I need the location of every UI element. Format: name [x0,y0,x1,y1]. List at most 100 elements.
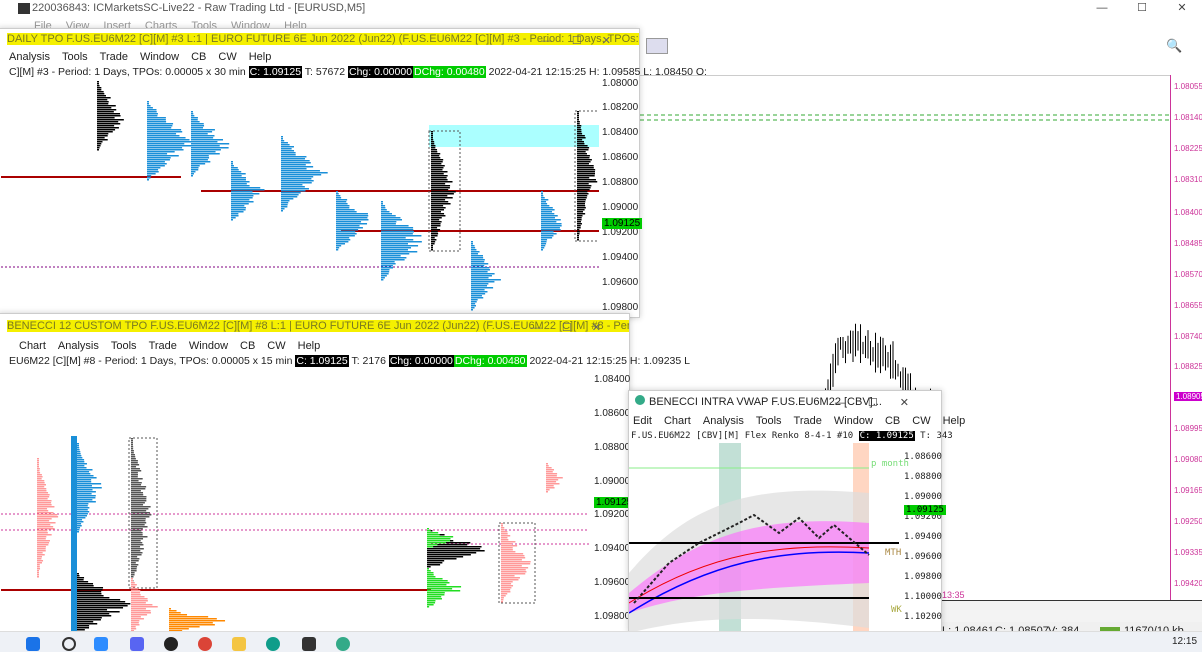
toolbar-chart-button[interactable] [646,38,668,54]
tpo-bar [471,295,482,297]
start-icon[interactable] [26,637,40,651]
tpo-bar [577,149,589,151]
menu-window[interactable]: Window [140,51,179,63]
menu-window[interactable]: Window [834,415,873,427]
menu-trade[interactable]: Trade [149,340,177,352]
mt4-icon[interactable] [302,637,316,651]
tpo-bar [77,613,110,615]
tpo-bar [281,144,290,146]
tpo-bar [541,201,547,203]
tpo-bar [501,583,512,585]
tpo-bar [501,559,522,561]
tpo-bar [191,155,209,157]
menu-window[interactable]: Window [189,340,228,352]
tpo-bar [501,589,511,591]
close-button[interactable]: ✕ [1162,0,1202,16]
tpo-bar [431,193,454,195]
axis-label: 1.09600 [904,552,942,562]
tpo-bar [541,193,543,195]
tpo-bar [97,149,99,151]
search-icon[interactable] [62,637,76,651]
window-controls[interactable]: —☐✕ [835,392,931,414]
app-icon[interactable] [164,637,178,651]
tpo-bar [37,548,46,550]
tpo-bar [427,542,446,544]
menu-analysis[interactable]: Analysis [9,51,50,63]
tpo-bar [131,494,144,496]
tpo-bar [577,225,581,227]
minimize-button[interactable]: — [1082,0,1122,16]
maximize-button[interactable]: ☐ [1122,0,1162,16]
tpo-bar [231,179,246,181]
tpo-bar [541,223,562,225]
tpo-bar [541,227,560,229]
discord-icon[interactable] [130,637,144,651]
tpo-bar [231,215,239,217]
tpo-bar [541,213,555,215]
tpo-chart[interactable] [1,368,589,634]
menu-cw[interactable]: CW [912,415,930,427]
tpo-bar [77,499,93,501]
tpo-bar [427,544,438,546]
axis-label: 1.09165 [1174,486,1202,496]
tpo-bar [131,570,137,572]
menu-tools[interactable]: Tools [62,51,88,63]
menu-trade[interactable]: Trade [100,51,128,63]
clock[interactable]: 12:15 [1172,636,1197,647]
menu-cw[interactable]: CW [267,340,285,352]
folder-icon[interactable] [232,637,246,651]
window-controls[interactable]: —☐✕ [541,31,631,51]
tpo-bar [77,455,82,457]
tpo-bar [97,111,114,113]
info-line: EU6M22 [C][M] #8 - Period: 1 Days, TPOs:… [0,354,690,368]
tpo-bar [191,111,193,113]
menu-cw[interactable]: CW [218,51,236,63]
tpo-chart[interactable] [1,81,599,317]
chrome-icon[interactable] [198,637,212,651]
menu-cb[interactable]: CB [240,340,255,352]
tpo-bar [147,161,165,163]
zoom-icon[interactable] [94,637,108,651]
tpo-bar [131,520,146,522]
tpo-bar [431,147,436,149]
menu-chart[interactable]: Chart [19,340,46,352]
tpo-bar [431,173,444,175]
menu-tools[interactable]: Tools [111,340,137,352]
menu-help[interactable]: Help [249,51,272,63]
menu-tools[interactable]: Tools [756,415,782,427]
menu-cb[interactable]: CB [191,51,206,63]
tpo-bar [147,137,186,139]
tpo-bar [147,163,167,165]
search-icon[interactable]: 🔍 [1166,38,1182,54]
tpo-bar [427,590,461,592]
tpo-bar [77,483,102,485]
menu-analysis[interactable]: Analysis [58,340,99,352]
tpo-bar [541,195,544,197]
tpo-bar [431,153,441,155]
menu-analysis[interactable]: Analysis [703,415,744,427]
tpo-bar [131,556,138,558]
vwap-chart[interactable] [629,443,899,633]
tpo-bar [577,123,580,125]
axis-label: 1.09600 [594,577,631,589]
globe-icon[interactable] [336,637,350,651]
edge-icon[interactable] [266,637,280,651]
tpo-bar [77,525,82,527]
tpo-bar [427,556,464,558]
tpo-bar [37,552,43,554]
tpo-bar [191,153,220,155]
tpo-bar [381,265,393,267]
menu-help[interactable]: Help [298,340,321,352]
menu-chart[interactable]: Chart [664,415,691,427]
menu-help[interactable]: Help [943,415,966,427]
tpo-bar [37,510,49,512]
chart-scrollbar[interactable] [942,600,1202,622]
tpo-bar [541,217,556,219]
tpo-bar [336,239,351,241]
window-controls[interactable]: —☐✕ [531,316,621,340]
menu-edit[interactable]: Edit [633,415,652,427]
menu-cb[interactable]: CB [885,415,900,427]
menu-trade[interactable]: Trade [794,415,822,427]
tpo-bar [427,568,429,570]
tpo-bar [131,524,145,526]
